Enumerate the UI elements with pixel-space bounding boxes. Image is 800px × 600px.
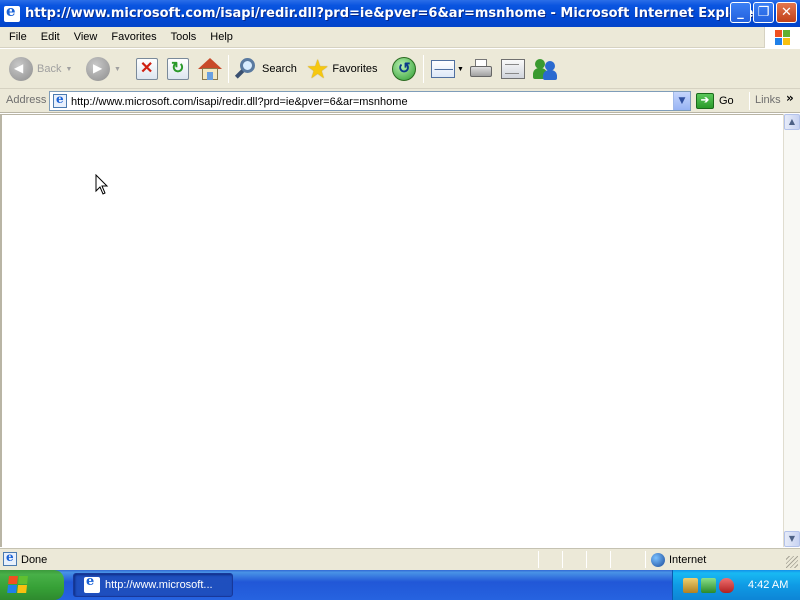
- taskbar: http://www.microsoft... 4:42 AM: [0, 570, 800, 600]
- status-bar: Done Internet: [0, 548, 800, 570]
- tray-security-shield-icon[interactable]: [719, 577, 734, 593]
- windows-flag-icon: [7, 576, 29, 594]
- window-controls: _ ❐ ✕: [730, 2, 797, 23]
- back-icon: [9, 57, 33, 81]
- restore-button[interactable]: ❐: [753, 2, 774, 23]
- standard-toolbar: Back ▼ ▼ ✕ ↻ Search ★ Favorites ▼: [0, 49, 800, 89]
- status-page-icon: [3, 550, 17, 566]
- close-icon: ✕: [781, 5, 792, 20]
- menu-edit[interactable]: Edit: [34, 31, 67, 43]
- minimize-icon: _: [737, 5, 744, 20]
- back-button[interactable]: Back ▼: [9, 55, 72, 83]
- menu-favorites[interactable]: Favorites: [104, 31, 163, 43]
- forward-button[interactable]: ▼: [86, 55, 121, 83]
- messenger-button[interactable]: [533, 55, 559, 83]
- back-dropdown-icon[interactable]: ▼: [65, 66, 72, 73]
- windows-flag-icon: [775, 30, 791, 45]
- mail-button[interactable]: ▼: [431, 55, 464, 83]
- status-divider: [562, 551, 563, 568]
- internet-zone-icon: [651, 553, 665, 567]
- menu-view[interactable]: View: [67, 31, 105, 43]
- stop-icon: ✕: [136, 58, 158, 80]
- go-button[interactable]: ➔ Go: [696, 92, 734, 110]
- print-button[interactable]: [469, 55, 493, 83]
- back-label: Back: [37, 63, 62, 75]
- menu-file[interactable]: File: [0, 31, 34, 43]
- home-button[interactable]: [198, 55, 222, 83]
- menu-bar: File Edit View Favorites Tools Help: [0, 27, 800, 48]
- search-label: Search: [262, 63, 297, 75]
- status-divider: [538, 551, 539, 568]
- resize-grip[interactable]: [786, 556, 798, 568]
- links-separator: [749, 92, 750, 110]
- search-icon: [234, 57, 258, 81]
- ie-icon: [84, 574, 100, 593]
- address-input[interactable]: [71, 92, 671, 110]
- restore-icon: ❐: [757, 5, 770, 20]
- menu-help[interactable]: Help: [203, 31, 240, 43]
- edit-icon: [501, 59, 525, 79]
- mail-icon: [431, 60, 455, 78]
- tray-network-icon[interactable]: [683, 577, 698, 593]
- scroll-up-button[interactable]: ▲: [784, 114, 800, 130]
- refresh-button[interactable]: ↻: [167, 55, 189, 83]
- chevron-down-icon: ▼: [678, 96, 686, 106]
- go-label: Go: [719, 95, 734, 107]
- links-toolbar[interactable]: Links: [755, 94, 781, 106]
- scroll-down-button[interactable]: ▼: [784, 531, 800, 547]
- favorites-label: Favorites: [332, 63, 378, 75]
- status-divider: [610, 551, 611, 568]
- page-content[interactable]: [0, 114, 783, 547]
- toolbar-separator: [228, 55, 229, 83]
- messenger-icon: [533, 57, 559, 81]
- windows-logo: [764, 27, 800, 48]
- address-label: Address: [6, 94, 47, 106]
- security-zone-label: Internet: [669, 554, 707, 566]
- window-title: http://www.microsoft.com/isapi/redir.dll…: [25, 6, 760, 21]
- tray-update-icon[interactable]: [701, 577, 716, 593]
- clock[interactable]: 4:42 AM: [748, 579, 788, 591]
- ie-icon[interactable]: [4, 2, 20, 22]
- minimize-button[interactable]: _: [730, 2, 751, 23]
- title-bar[interactable]: http://www.microsoft.com/isapi/redir.dll…: [0, 0, 800, 27]
- home-icon: [198, 58, 222, 80]
- go-icon: ➔: [696, 93, 714, 109]
- close-button[interactable]: ✕: [776, 2, 797, 23]
- history-button[interactable]: [392, 55, 416, 83]
- links-chevron-icon[interactable]: »: [786, 91, 794, 105]
- status-text: Done: [21, 554, 48, 566]
- search-button[interactable]: Search: [234, 55, 297, 83]
- menu-tools[interactable]: Tools: [164, 31, 204, 43]
- favorites-star-icon: ★: [306, 54, 330, 84]
- taskbar-window-label: http://www.microsoft...: [105, 579, 213, 591]
- edit-button[interactable]: [501, 55, 525, 83]
- status-divider: [586, 551, 587, 568]
- mail-dropdown-icon[interactable]: ▼: [457, 66, 464, 73]
- start-button[interactable]: [0, 570, 64, 600]
- page-icon: [53, 92, 67, 108]
- favorites-button[interactable]: ★ Favorites: [306, 55, 378, 83]
- address-bar: Address ▼ ➔ Go Links »: [0, 89, 800, 113]
- refresh-icon: ↻: [167, 58, 189, 80]
- status-divider: [645, 551, 646, 568]
- print-icon: [469, 59, 493, 79]
- forward-icon: [86, 57, 110, 81]
- forward-dropdown-icon[interactable]: ▼: [114, 66, 121, 73]
- system-tray: 4:42 AM: [672, 570, 800, 600]
- address-dropdown-button[interactable]: ▼: [673, 92, 690, 110]
- stop-button[interactable]: ✕: [136, 55, 158, 83]
- history-icon: [392, 57, 416, 81]
- taskbar-ie-window-button[interactable]: http://www.microsoft...: [73, 573, 233, 597]
- toolbar-separator: [423, 55, 424, 83]
- vertical-scrollbar[interactable]: ▲ ▼: [783, 114, 800, 547]
- address-box[interactable]: ▼: [49, 91, 691, 111]
